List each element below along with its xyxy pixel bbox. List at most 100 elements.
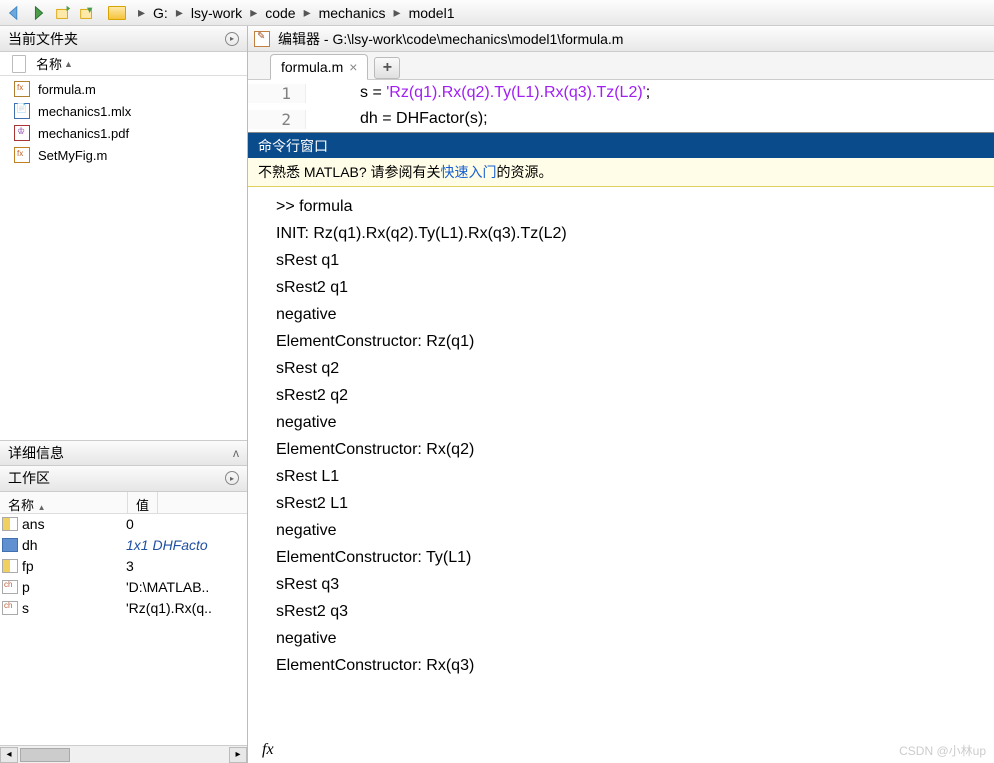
right-panel: 编辑器 - G:\lsy-work\code\mechanics\model1\… bbox=[248, 26, 994, 763]
forward-button[interactable] bbox=[28, 2, 50, 24]
command-window[interactable]: >> formulaINIT: Rz(q1).Rx(q2).Ty(L1).Rx(… bbox=[248, 187, 994, 763]
var-name: p bbox=[22, 579, 126, 595]
line-number: 1 bbox=[248, 84, 306, 103]
sort-asc-icon: ▲ bbox=[64, 59, 73, 69]
command-output-line: negative bbox=[276, 517, 994, 544]
chevron-right-icon: ▸ bbox=[298, 4, 317, 21]
scroll-thumb[interactable] bbox=[20, 748, 70, 762]
left-panel: 当前文件夹 ▸ 名称 ▲ formula.m mechanics1.mlx mech… bbox=[0, 26, 248, 763]
tab-label: formula.m bbox=[281, 59, 343, 75]
details-title: 详细信息 bbox=[8, 443, 64, 463]
history-button[interactable] bbox=[76, 2, 98, 24]
file-item[interactable]: mechanics1.pdf bbox=[0, 122, 247, 144]
command-output-line: INIT: Rz(q1).Rx(q2).Ty(L1).Rx(q3).Tz(L2) bbox=[276, 220, 994, 247]
var-value: 1x1 DHFacto bbox=[126, 537, 208, 553]
back-button[interactable] bbox=[4, 2, 26, 24]
current-folder-title: 当前文件夹 bbox=[8, 29, 78, 49]
up-button[interactable] bbox=[52, 2, 74, 24]
command-output-line: sRest2 L1 bbox=[276, 490, 994, 517]
ws-value-col[interactable]: 值 bbox=[128, 492, 158, 513]
command-output-line: ElementConstructor: Rx(q3) bbox=[276, 652, 994, 679]
editor-icon bbox=[254, 31, 270, 47]
details-header[interactable]: 详细信息 ʌ bbox=[0, 440, 247, 466]
code-editor[interactable]: 1s = 'Rz(q1).Rx(q2).Ty(L1).Rx(q3).Tz(L2)… bbox=[248, 80, 994, 132]
scroll-right-button[interactable]: ▸ bbox=[229, 747, 247, 763]
collapse-icon[interactable]: ▸ bbox=[225, 32, 239, 46]
workspace-header: 工作区 ▸ bbox=[0, 466, 247, 492]
chevron-right-icon: ▸ bbox=[132, 4, 151, 21]
command-output-line: ElementConstructor: Rz(q1) bbox=[276, 328, 994, 355]
command-output-line: negative bbox=[276, 625, 994, 652]
command-output-line: sRest q2 bbox=[276, 355, 994, 382]
address-toolbar: ▸ G: ▸ lsy-work ▸ code ▸ mechanics ▸ mod… bbox=[0, 0, 994, 26]
command-output-line: ElementConstructor: Rx(q2) bbox=[276, 436, 994, 463]
file-list: formula.m mechanics1.mlx mechanics1.pdf Set… bbox=[0, 76, 247, 168]
banner-pre: 不熟悉 MATLAB? 请参阅有关 bbox=[258, 164, 441, 180]
var-name: s bbox=[22, 600, 126, 616]
breadcrumb-item[interactable]: code bbox=[263, 5, 297, 21]
scroll-left-button[interactable]: ◂ bbox=[0, 747, 18, 763]
quickstart-link[interactable]: 快速入门 bbox=[441, 164, 497, 180]
var-name: dh bbox=[22, 537, 126, 553]
workspace-row[interactable]: s'Rz(q1).Rx(q.. bbox=[0, 598, 247, 619]
ws-name-col[interactable]: 名称 ▲ bbox=[0, 492, 128, 513]
collapse-icon[interactable]: ▸ bbox=[225, 471, 239, 485]
var-icon bbox=[2, 559, 18, 573]
workspace-columns: 名称 ▲ 值 bbox=[0, 492, 247, 514]
file-name: mechanics1.pdf bbox=[38, 126, 129, 141]
command-window-header: 命令行窗口 bbox=[248, 132, 994, 158]
command-output-line: sRest q3 bbox=[276, 571, 994, 598]
file-list-header[interactable]: 名称 ▲ bbox=[0, 52, 247, 76]
command-output-line: ElementConstructor: Ty(L1) bbox=[276, 544, 994, 571]
chevron-right-icon: ▸ bbox=[244, 4, 263, 21]
command-output-line: sRest q1 bbox=[276, 247, 994, 274]
command-output-line: sRest L1 bbox=[276, 463, 994, 490]
command-output-line: sRest2 q3 bbox=[276, 598, 994, 625]
command-output-line: sRest2 q2 bbox=[276, 382, 994, 409]
spacer bbox=[0, 168, 247, 440]
tab-formula[interactable]: formula.m × bbox=[270, 54, 368, 80]
code-line[interactable]: 1s = 'Rz(q1).Rx(q2).Ty(L1).Rx(q3).Tz(L2)… bbox=[248, 80, 994, 106]
command-output-line: negative bbox=[276, 409, 994, 436]
var-name: fp bbox=[22, 558, 126, 574]
var-name: ans bbox=[22, 516, 126, 532]
file-name: formula.m bbox=[38, 82, 96, 97]
code-text: s = 'Rz(q1).Rx(q2).Ty(L1).Rx(q3).Tz(L2)'… bbox=[306, 84, 650, 102]
watermark: CSDN @小林up bbox=[899, 742, 986, 759]
breadcrumb-item[interactable]: lsy-work bbox=[189, 5, 244, 21]
command-output-line: sRest2 q1 bbox=[276, 274, 994, 301]
var-value: 'D:\MATLAB.. bbox=[126, 579, 209, 595]
workspace-panel: 名称 ▲ 值 ans0dh1x1 DHFactofp3p'D:\MATLAB..… bbox=[0, 492, 247, 763]
editor-title: 编辑器 - G:\lsy-work\code\mechanics\model1\… bbox=[278, 29, 623, 49]
code-line[interactable]: 2dh = DHFactor(s); bbox=[248, 106, 994, 132]
command-title: 命令行窗口 bbox=[258, 136, 328, 156]
var-icon bbox=[2, 601, 18, 615]
code-text: dh = DHFactor(s); bbox=[306, 110, 488, 128]
editor-tabs: formula.m × + bbox=[248, 52, 994, 80]
line-number: 2 bbox=[248, 110, 306, 129]
matlab-banner: 不熟悉 MATLAB? 请参阅有关快速入门的资源。 bbox=[248, 158, 994, 187]
file-item[interactable]: formula.m bbox=[0, 78, 247, 100]
workspace-row[interactable]: p'D:\MATLAB.. bbox=[0, 577, 247, 598]
var-icon bbox=[2, 538, 18, 552]
current-folder-header: 当前文件夹 ▸ bbox=[0, 26, 247, 52]
workspace-row[interactable]: dh1x1 DHFacto bbox=[0, 535, 247, 556]
file-item[interactable]: SetMyFig.m bbox=[0, 144, 247, 166]
breadcrumb: ▸ G: ▸ lsy-work ▸ code ▸ mechanics ▸ mod… bbox=[108, 4, 456, 21]
chevron-right-icon: ▸ bbox=[388, 4, 407, 21]
fx-icon[interactable]: fx bbox=[262, 741, 274, 759]
folder-icon bbox=[108, 6, 126, 20]
close-icon[interactable]: × bbox=[349, 59, 357, 75]
breadcrumb-item[interactable]: model1 bbox=[407, 5, 457, 21]
h-scrollbar[interactable]: ◂ ▸ bbox=[0, 745, 247, 763]
chevron-right-icon: ▸ bbox=[170, 4, 189, 21]
breadcrumb-item[interactable]: mechanics bbox=[317, 5, 388, 21]
var-value: 'Rz(q1).Rx(q.. bbox=[126, 600, 212, 616]
add-tab-button[interactable]: + bbox=[374, 57, 400, 79]
file-item[interactable]: mechanics1.mlx bbox=[0, 100, 247, 122]
workspace-row[interactable]: ans0 bbox=[0, 514, 247, 535]
workspace-row[interactable]: fp3 bbox=[0, 556, 247, 577]
breadcrumb-drive[interactable]: G: bbox=[151, 5, 170, 21]
banner-post: 的资源。 bbox=[497, 164, 553, 180]
name-column: 名称 bbox=[36, 54, 62, 73]
